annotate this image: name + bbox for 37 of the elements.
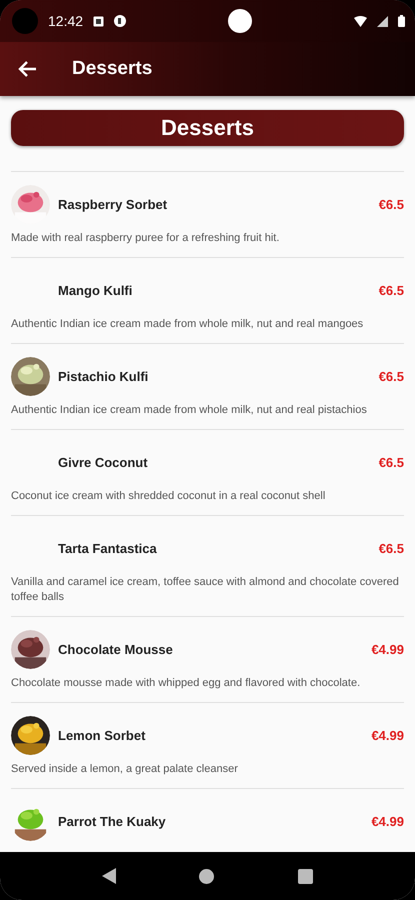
dessert-price: €4.99 bbox=[371, 814, 404, 828]
dessert-name: Chocolate Mousse bbox=[58, 642, 174, 656]
dessert-price: €4.99 bbox=[371, 728, 404, 742]
dessert-name: Parrot The Kuaky bbox=[58, 814, 167, 828]
app-bar-title: Desserts bbox=[72, 58, 152, 80]
dessert-price: €4.99 bbox=[371, 642, 404, 656]
dessert-name: Pistachio Kulfi bbox=[58, 368, 150, 384]
dessert-description: Coconut ice cream with shredded coconut in a real coconut shell bbox=[11, 489, 326, 504]
dessert-price: €6.5 bbox=[378, 454, 404, 470]
wifi-icon bbox=[354, 16, 368, 26]
dessert-description: Chocolate mousse made with whipped egg and flavored with chocolate. bbox=[11, 676, 362, 691]
dessert-price: €6.5 bbox=[378, 196, 404, 212]
dessert-description: Served inside a lemon, a great palate cleanser bbox=[11, 762, 239, 777]
dessert-price: €6.5 bbox=[378, 282, 404, 298]
camera-dot-icon bbox=[228, 9, 252, 33]
dessert-price: €6.5 bbox=[378, 368, 404, 384]
dessert-name: Lemon Sorbet bbox=[58, 728, 146, 742]
notification-icon bbox=[114, 15, 126, 27]
dessert-name: Tarta Fantastica bbox=[58, 540, 158, 556]
signal-icon bbox=[377, 16, 388, 26]
dessert-name: Mango Kulfi bbox=[58, 282, 134, 298]
status-time: 12:42 bbox=[48, 13, 84, 29]
back-button[interactable] bbox=[18, 59, 38, 79]
recents-nav-icon[interactable] bbox=[298, 868, 314, 884]
camera-hole-icon bbox=[12, 8, 38, 34]
notification-icon bbox=[93, 16, 104, 26]
dessert-name: Raspberry Sorbet bbox=[58, 196, 168, 212]
section-title: Desserts bbox=[161, 115, 254, 141]
dessert-description: Vanilla and caramel ice cream, toffee sauce with almond and chocolate covered toffee balls bbox=[11, 575, 400, 605]
battery-icon bbox=[398, 15, 406, 27]
back-nav-icon[interactable] bbox=[102, 868, 116, 884]
dessert-description: Authentic Indian ice cream made from whole milk, nut and real pistachios bbox=[11, 403, 368, 418]
dessert-description: Made with real raspberry puree for a refreshing fruit hit. bbox=[11, 231, 280, 246]
dessert-price: €6.5 bbox=[378, 540, 404, 556]
dessert-name: Givre Coconut bbox=[58, 454, 149, 470]
dessert-description: Authentic Indian ice cream made from whole milk, nut and real mangoes bbox=[11, 317, 364, 332]
home-nav-icon[interactable] bbox=[199, 868, 214, 884]
